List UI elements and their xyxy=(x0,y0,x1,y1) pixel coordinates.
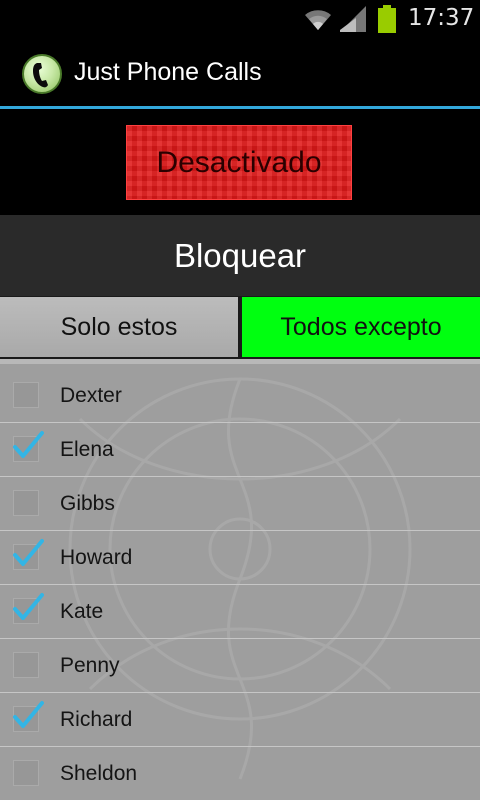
activation-toggle-button[interactable]: Desactivado xyxy=(126,125,352,200)
block-header: Bloquear xyxy=(0,215,480,296)
contact-row[interactable]: Richard xyxy=(0,693,480,747)
contact-name: Kate xyxy=(60,600,104,623)
signal-icon xyxy=(340,6,366,32)
contact-row[interactable]: Dexter xyxy=(0,369,480,423)
contact-name: Penny xyxy=(60,654,120,677)
contact-row[interactable]: Penny xyxy=(0,639,480,693)
checkmark-icon xyxy=(13,593,44,620)
contact-name: Sheldon xyxy=(60,762,138,785)
contact-list[interactable]: Dexter Elena Gibbs Howard Kate Penny Richard Sh… xyxy=(0,359,480,800)
checkmark-icon xyxy=(13,701,44,728)
contact-name: Dexter xyxy=(60,384,122,407)
contact-row[interactable]: Kate xyxy=(0,585,480,639)
contact-row[interactable]: Elena xyxy=(0,423,480,477)
contact-checkbox[interactable] xyxy=(13,760,39,786)
contact-checkbox[interactable] xyxy=(13,431,44,462)
contact-name: Gibbs xyxy=(60,492,115,515)
toggle-area: Desactivado xyxy=(0,109,480,215)
status-bar: 17:37 xyxy=(0,0,480,38)
app-title: Just Phone Calls xyxy=(74,58,262,86)
tab-todos-excepto[interactable]: Todos excepto xyxy=(242,297,480,357)
contact-checkbox[interactable] xyxy=(13,539,44,570)
phone-app-icon[interactable] xyxy=(22,54,62,94)
checkmark-icon xyxy=(13,539,44,566)
contact-name: Elena xyxy=(60,438,114,461)
block-header-title: Bloquear xyxy=(173,236,307,274)
contact-checkbox[interactable] xyxy=(13,382,39,408)
contact-rows: Dexter Elena Gibbs Howard Kate Penny Richard Sh… xyxy=(0,369,480,800)
action-bar: Just Phone Calls xyxy=(0,38,480,106)
wifi-icon xyxy=(305,10,331,30)
phone-handset-icon xyxy=(33,63,48,88)
contact-row[interactable]: Sheldon xyxy=(0,747,480,800)
contact-checkbox[interactable] xyxy=(13,701,44,732)
contact-row[interactable]: Gibbs xyxy=(0,477,480,531)
contact-checkbox[interactable] xyxy=(13,652,39,678)
tab-solo-estos[interactable]: Solo estos xyxy=(0,297,238,357)
mode-tabs: Solo estos Todos excepto xyxy=(0,296,480,359)
battery-icon xyxy=(378,5,396,33)
contact-row[interactable]: Howard xyxy=(0,531,480,585)
contact-checkbox[interactable] xyxy=(13,593,44,624)
status-time: 17:37 xyxy=(408,5,475,31)
checkmark-icon xyxy=(13,431,44,458)
contact-checkbox[interactable] xyxy=(13,490,39,516)
list-top-divider xyxy=(0,359,480,368)
activation-toggle-label: Desactivado xyxy=(156,145,322,179)
contact-name: Richard xyxy=(60,708,133,731)
contact-name: Howard xyxy=(60,546,133,569)
